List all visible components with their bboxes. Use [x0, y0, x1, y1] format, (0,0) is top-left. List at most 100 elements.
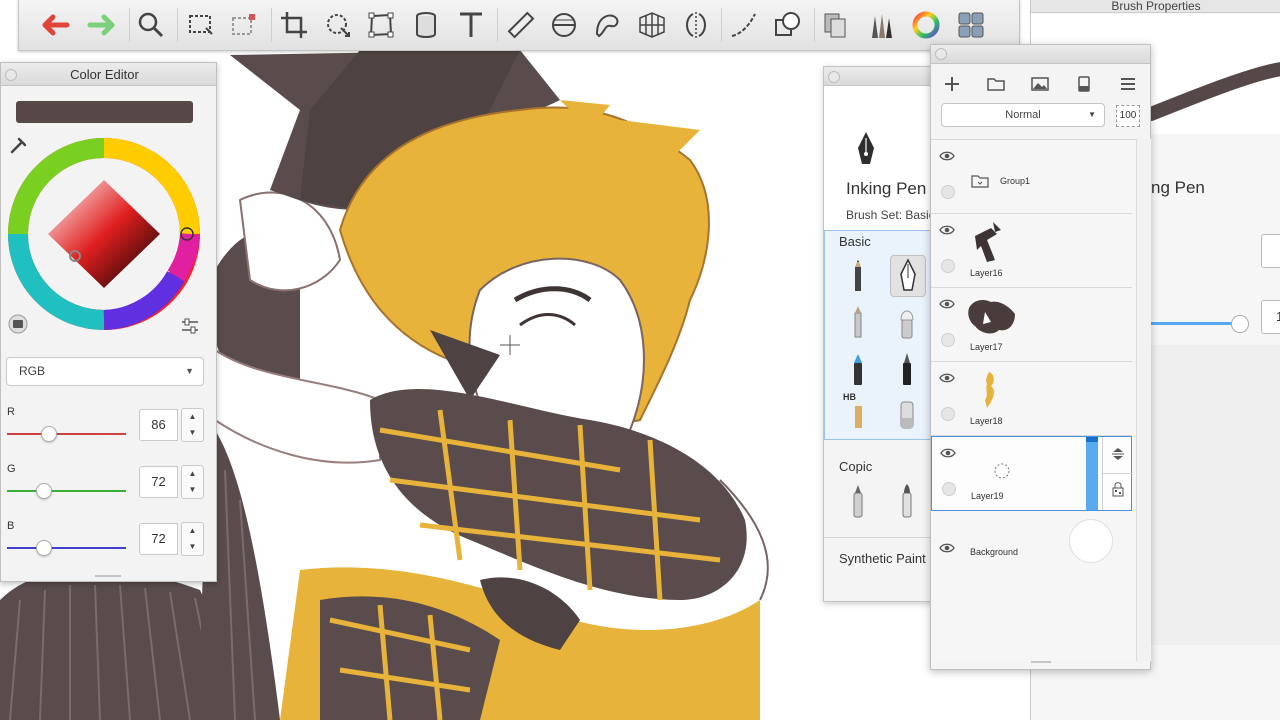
- distort-icon[interactable]: [364, 8, 398, 42]
- text-icon[interactable]: [454, 8, 488, 42]
- visibility-eye-icon[interactable]: [940, 447, 956, 459]
- undo-icon[interactable]: [39, 8, 73, 42]
- color-mode-select[interactable]: RGB ▼: [6, 357, 204, 386]
- layer-editor-panel: Normal ▼ 100 Group1 Layer16 Layer17 Laye…: [930, 44, 1151, 670]
- blue-channel-slider[interactable]: [7, 547, 126, 549]
- resize-grip[interactable]: [95, 575, 121, 577]
- red-channel-slider[interactable]: [7, 433, 126, 435]
- ballpoint-pen-icon[interactable]: [841, 302, 875, 342]
- color-mode-icon[interactable]: [7, 313, 29, 335]
- redo-icon[interactable]: [84, 8, 118, 42]
- felt-pen-icon[interactable]: [890, 349, 924, 389]
- close-icon[interactable]: [935, 48, 947, 60]
- layer-editor-titlebar[interactable]: [931, 45, 1150, 64]
- layer-radio[interactable]: [941, 259, 955, 273]
- close-icon[interactable]: [828, 71, 840, 83]
- add-group-icon[interactable]: [983, 71, 1009, 97]
- paint-brush-icon[interactable]: [890, 302, 924, 342]
- inking-pen-brush-icon[interactable]: [890, 255, 926, 297]
- brush-opacity-slider-knob[interactable]: [1231, 315, 1249, 333]
- chevron-down-icon: ▼: [1088, 110, 1096, 119]
- brush-library-titlebar[interactable]: [824, 67, 934, 86]
- color-editor-titlebar[interactable]: Color Editor: [1, 63, 216, 86]
- french-curve-icon[interactable]: [591, 8, 625, 42]
- layer-opacity-field[interactable]: 100: [1116, 105, 1140, 127]
- category-copic[interactable]: Copic: [839, 459, 872, 474]
- move-layer-icon[interactable]: [1110, 447, 1126, 461]
- brush-opacity-field[interactable]: 1: [1261, 300, 1280, 334]
- layer-list-scrollbar[interactable]: [1136, 139, 1151, 661]
- visibility-eye-icon[interactable]: [939, 542, 955, 554]
- visibility-eye-icon[interactable]: [939, 298, 955, 310]
- fill-icon[interactable]: [409, 8, 443, 42]
- blue-channel-stepper[interactable]: ▲ ▼: [181, 522, 204, 556]
- green-channel-stepper[interactable]: ▲ ▼: [181, 465, 204, 499]
- brush-size-field[interactable]: [1261, 234, 1280, 268]
- red-channel-knob[interactable]: [41, 426, 57, 442]
- visibility-eye-icon[interactable]: [939, 150, 955, 162]
- hb-pencil-icon[interactable]: HB: [841, 392, 875, 432]
- red-channel-field[interactable]: 86: [139, 409, 178, 441]
- layer-opacity-bar[interactable]: [1086, 437, 1098, 510]
- layer-radio[interactable]: [941, 333, 955, 347]
- background-color-swatch[interactable]: [1069, 519, 1113, 563]
- layer-row-group1[interactable]: Group1: [931, 140, 1132, 214]
- lock-icon[interactable]: [1111, 481, 1125, 497]
- blue-channel-field[interactable]: 72: [139, 523, 178, 555]
- copic-icon[interactable]: [819, 8, 853, 42]
- eraser-icon[interactable]: [890, 392, 924, 432]
- brush-library-icon[interactable]: [864, 8, 898, 42]
- layer-name: Layer17: [970, 342, 1003, 352]
- ruler-icon[interactable]: [504, 8, 538, 42]
- visibility-eye-icon[interactable]: [939, 372, 955, 384]
- transform-icon[interactable]: [321, 8, 355, 42]
- color-wheel-icon[interactable]: [909, 8, 943, 42]
- adjust-icon[interactable]: [179, 315, 201, 337]
- layer-row-layer19[interactable]: Layer19: [931, 436, 1132, 511]
- shape-icon[interactable]: [771, 8, 805, 42]
- layer-row-layer16[interactable]: Layer16: [931, 214, 1132, 288]
- pencil-brush-icon[interactable]: [841, 257, 875, 297]
- zoom-icon[interactable]: [134, 8, 168, 42]
- symmetry-icon[interactable]: [679, 8, 713, 42]
- layer-row-layer18[interactable]: Layer18: [931, 362, 1132, 436]
- brush-preview: Inking Pen Brush Set: Basic: [824, 86, 934, 230]
- visibility-eye-icon[interactable]: [939, 224, 955, 236]
- copic-marker-icon[interactable]: [841, 481, 875, 521]
- category-synthetic-paint[interactable]: Synthetic Paint: [839, 551, 926, 566]
- green-channel-slider[interactable]: [7, 490, 126, 492]
- add-layer-icon[interactable]: [939, 71, 965, 97]
- lasso-select-icon[interactable]: [227, 8, 261, 42]
- color-mode-value: RGB: [19, 364, 46, 378]
- layer-thumbnail: [975, 222, 1001, 262]
- layer-row-layer17[interactable]: Layer17: [931, 288, 1132, 362]
- copic-brush-icon[interactable]: [890, 481, 924, 521]
- red-channel-stepper[interactable]: ▲ ▼: [181, 408, 204, 442]
- rect-select-icon[interactable]: [184, 8, 218, 42]
- color-editor-title: Color Editor: [70, 67, 139, 82]
- green-channel-field[interactable]: 72: [139, 466, 178, 498]
- brush-opacity-slider[interactable]: [1151, 322, 1241, 325]
- eyedropper-icon[interactable]: [9, 135, 29, 155]
- crop-icon[interactable]: [277, 8, 311, 42]
- layer-radio[interactable]: [941, 185, 955, 199]
- add-image-icon[interactable]: [1027, 71, 1053, 97]
- layer-radio[interactable]: [942, 482, 956, 496]
- blend-mode-select[interactable]: Normal ▼: [941, 103, 1105, 127]
- layer-menu-icon[interactable]: [1115, 71, 1141, 97]
- blue-channel-knob[interactable]: [36, 540, 52, 556]
- resize-grip[interactable]: [1031, 661, 1051, 663]
- category-basic[interactable]: Basic: [839, 234, 871, 249]
- layers-icon[interactable]: [954, 8, 988, 42]
- marker-icon[interactable]: [841, 349, 875, 389]
- current-color-swatch[interactable]: [16, 101, 193, 123]
- color-wheel[interactable]: [6, 136, 202, 332]
- perspective-icon[interactable]: [635, 8, 669, 42]
- ellipse-guide-icon[interactable]: [547, 8, 581, 42]
- divider: [824, 537, 934, 538]
- clear-layer-icon[interactable]: [1071, 71, 1097, 97]
- layer-radio[interactable]: [941, 407, 955, 421]
- green-channel-knob[interactable]: [36, 483, 52, 499]
- stroke-guide-icon[interactable]: [727, 8, 761, 42]
- color-editor-panel: Color Editor RGB ▼ R 86 ▲ ▼ G 72 ▲ ▼ B 7…: [0, 62, 217, 582]
